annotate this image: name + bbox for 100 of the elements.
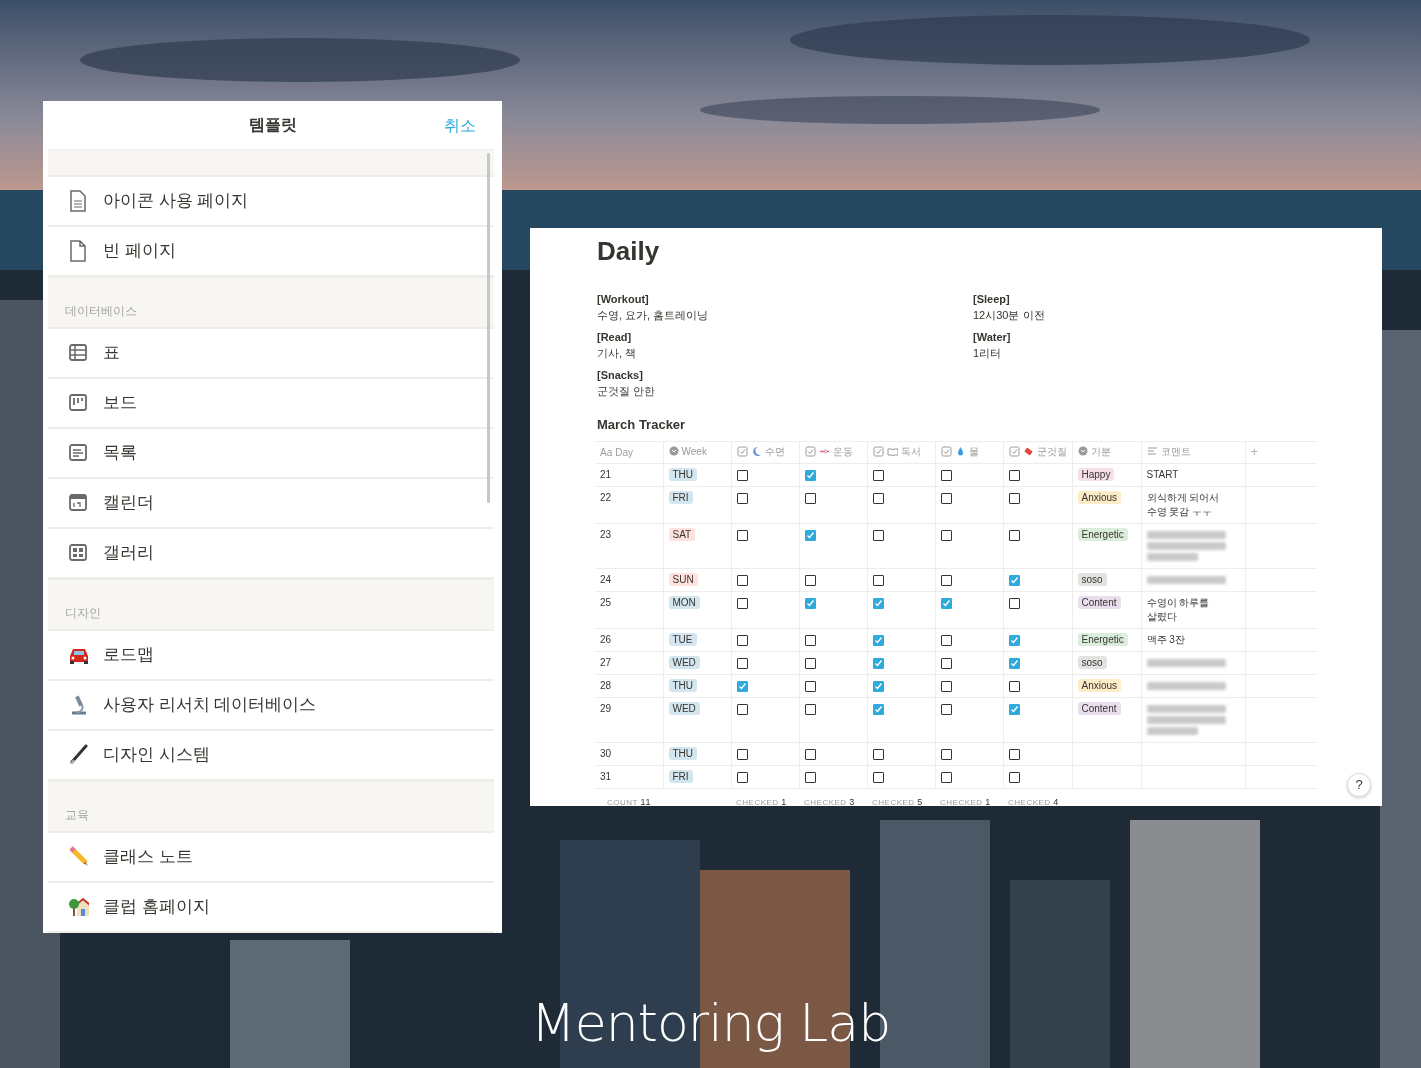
checkbox[interactable] bbox=[940, 771, 952, 783]
week-tag: THU bbox=[668, 467, 698, 481]
checkbox[interactable] bbox=[1008, 680, 1020, 692]
week-tag: FRI bbox=[668, 490, 693, 504]
checkbox[interactable] bbox=[736, 680, 748, 692]
mood-tag: Energetic bbox=[1077, 527, 1128, 541]
checkbox[interactable] bbox=[1008, 703, 1020, 715]
checkbox[interactable] bbox=[736, 597, 748, 609]
logo-text: Mentoring Lab bbox=[530, 993, 891, 1053]
property-label: [Snacks] bbox=[597, 368, 644, 384]
day-cell: 26 bbox=[600, 633, 612, 645]
property-label: [Workout] bbox=[597, 292, 650, 308]
checkbox[interactable] bbox=[1008, 469, 1020, 481]
checkbox[interactable] bbox=[872, 634, 884, 646]
property-value: 1리터 bbox=[973, 346, 1003, 362]
checkbox-type-icon bbox=[804, 445, 816, 457]
checkbox[interactable] bbox=[940, 657, 952, 669]
mood-tag: Content bbox=[1077, 701, 1121, 715]
checkbox[interactable] bbox=[940, 574, 952, 586]
property-label: [Water] bbox=[973, 330, 1012, 346]
checkbox[interactable] bbox=[872, 574, 884, 586]
checkbox[interactable] bbox=[872, 529, 884, 541]
mood-tag: Anxious bbox=[1077, 490, 1122, 504]
pencil-icon bbox=[68, 846, 89, 868]
checkbox[interactable] bbox=[736, 529, 748, 541]
checkbox[interactable] bbox=[736, 469, 748, 481]
checkbox[interactable] bbox=[872, 469, 884, 481]
checkbox[interactable] bbox=[1008, 748, 1020, 760]
checkbox[interactable] bbox=[1008, 597, 1020, 609]
comment-text: 외식하게 되어서 수영 못감 ㅜㅜ bbox=[1146, 491, 1220, 517]
day-cell: 24 bbox=[600, 573, 612, 585]
checkbox[interactable] bbox=[1008, 574, 1020, 586]
checkbox[interactable] bbox=[736, 771, 748, 783]
section-title: 디자인 bbox=[65, 605, 101, 622]
checkbox[interactable] bbox=[940, 492, 952, 504]
help-button[interactable]: ? bbox=[1347, 773, 1371, 797]
checkbox[interactable] bbox=[940, 680, 952, 692]
checkbox[interactable] bbox=[804, 680, 816, 692]
checkbox[interactable] bbox=[872, 597, 884, 609]
checkbox[interactable] bbox=[804, 597, 816, 609]
checkbox[interactable] bbox=[872, 492, 884, 504]
checkbox[interactable] bbox=[1008, 657, 1020, 669]
checkbox[interactable] bbox=[872, 748, 884, 760]
column-summary: CHECKED 3 bbox=[804, 797, 855, 807]
property-value: 12시30분 이전 bbox=[973, 308, 1046, 324]
day-cell: 27 bbox=[600, 656, 612, 668]
week-tag: THU bbox=[668, 746, 698, 760]
checkbox[interactable] bbox=[804, 703, 816, 715]
week-tag: FRI bbox=[668, 769, 693, 783]
checkbox[interactable] bbox=[940, 529, 952, 541]
page-icon bbox=[68, 240, 89, 262]
checkbox[interactable] bbox=[736, 703, 748, 715]
book-icon bbox=[886, 445, 898, 457]
comment-text: 맥주 3잔 bbox=[1146, 633, 1185, 645]
gallery-icon bbox=[68, 542, 89, 564]
checkbox[interactable] bbox=[1008, 529, 1020, 541]
checkbox[interactable] bbox=[872, 680, 884, 692]
column-summary: CHECKED 1 bbox=[736, 797, 787, 807]
checkbox[interactable] bbox=[804, 574, 816, 586]
property-value: 군것질 안한 bbox=[597, 384, 657, 400]
column-summary: CHECKED 5 bbox=[872, 797, 923, 807]
checkbox[interactable] bbox=[940, 634, 952, 646]
type-glyph: Aa bbox=[600, 445, 613, 460]
checkbox[interactable] bbox=[804, 748, 816, 760]
page-title: Daily bbox=[597, 236, 661, 268]
day-cell: 21 bbox=[600, 468, 612, 480]
week-tag: MON bbox=[668, 595, 700, 609]
checkbox[interactable] bbox=[804, 469, 816, 481]
checkbox[interactable] bbox=[804, 771, 816, 783]
checkbox[interactable] bbox=[804, 492, 816, 504]
house-icon bbox=[68, 896, 89, 918]
checkbox[interactable] bbox=[940, 597, 952, 609]
checkbox[interactable] bbox=[804, 634, 816, 646]
moon-icon bbox=[750, 445, 762, 457]
checkbox[interactable] bbox=[940, 469, 952, 481]
checkbox[interactable] bbox=[804, 657, 816, 669]
checkbox[interactable] bbox=[940, 748, 952, 760]
checkbox[interactable] bbox=[804, 529, 816, 541]
week-tag: THU bbox=[668, 678, 698, 692]
checkbox[interactable] bbox=[736, 574, 748, 586]
table-title: March Tracker bbox=[597, 416, 686, 435]
day-cell: 31 bbox=[600, 770, 612, 782]
checkbox[interactable] bbox=[736, 492, 748, 504]
checkbox[interactable] bbox=[872, 703, 884, 715]
checkbox[interactable] bbox=[736, 634, 748, 646]
section-title: 교육 bbox=[65, 807, 89, 824]
checkbox[interactable] bbox=[1008, 771, 1020, 783]
checkbox[interactable] bbox=[736, 657, 748, 669]
checkbox[interactable] bbox=[872, 771, 884, 783]
text-type-icon bbox=[1146, 446, 1158, 457]
scrollbar[interactable] bbox=[487, 153, 490, 503]
checkbox[interactable] bbox=[940, 703, 952, 715]
day-cell: 23 bbox=[600, 528, 612, 540]
checkbox[interactable] bbox=[1008, 492, 1020, 504]
day-cell: 25 bbox=[600, 596, 612, 608]
week-tag: SUN bbox=[668, 572, 698, 586]
checkbox[interactable] bbox=[872, 657, 884, 669]
column-summary: COUNT 11 bbox=[607, 797, 651, 807]
checkbox[interactable] bbox=[736, 748, 748, 760]
checkbox[interactable] bbox=[1008, 634, 1020, 646]
